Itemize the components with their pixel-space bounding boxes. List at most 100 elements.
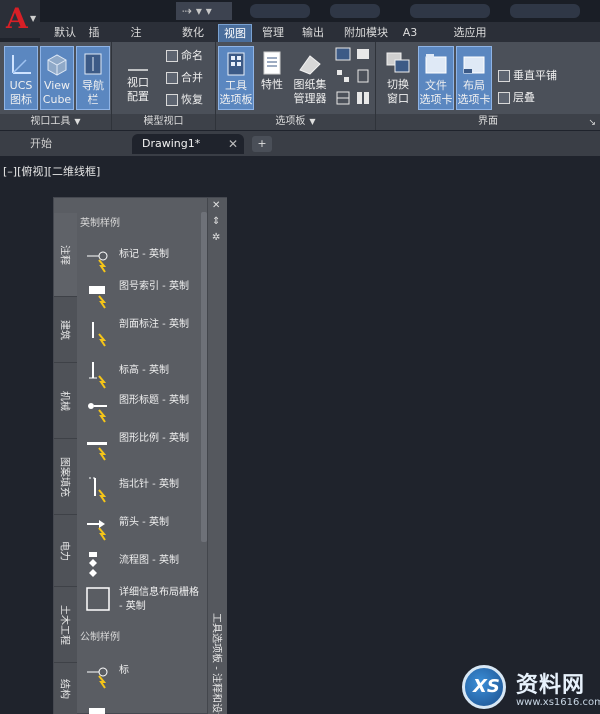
palette-item-label: 标高 - 英制 <box>119 365 169 376</box>
auto-hide-icon[interactable]: ⇕ <box>212 216 220 227</box>
switch-windows-button[interactable]: 切换 窗口 <box>380 46 416 110</box>
small-palette-button-1[interactable] <box>334 46 352 64</box>
palette-tab-annotation[interactable]: 注释 <box>54 213 77 297</box>
viewport-merge-button[interactable]: 合并 <box>166 70 203 86</box>
ucs-icon-button[interactable]: UCS 图标 <box>4 46 38 110</box>
file-tabs-label: 文件 选项卡 <box>419 79 453 106</box>
cascade-icon <box>498 92 510 104</box>
file-tabs-button[interactable]: 文件 选项卡 <box>418 46 454 110</box>
title-blur <box>510 4 580 18</box>
panel-expand-icon[interactable]: ↘ <box>588 118 596 128</box>
viewport-config-button[interactable]: 视口 配置 <box>118 50 158 110</box>
layout-tabs-button[interactable]: 布局 选项卡 <box>456 46 492 110</box>
palette-item-scale-bar[interactable]: 图形比例 - 英制 <box>85 432 203 464</box>
viewcube-icon <box>47 54 67 76</box>
palette-item-partial[interactable] <box>85 704 203 714</box>
watermark-title: 资料网 <box>516 673 586 698</box>
tab-view[interactable]: 视图 <box>218 24 252 42</box>
tile-vertical-button[interactable]: 垂直平铺 <box>498 68 557 84</box>
palette-title-strip[interactable]: ✕ ⇕ ✲ 工具选项板 - 注释和设计 <box>207 198 227 714</box>
palette-item-view-title[interactable]: 图形标题 - 英制 <box>85 394 203 426</box>
layout-grid-icon <box>86 587 110 611</box>
palette-item-elevation[interactable]: 标高 - 英制 <box>85 360 203 390</box>
switch-windows-label: 切换 窗口 <box>387 78 409 105</box>
close-icon[interactable]: ✕ <box>228 134 238 154</box>
small-palette-button-5[interactable] <box>354 68 372 86</box>
cascade-button[interactable]: 层叠 <box>498 90 535 106</box>
palette-item-label: 标记 - 英制 <box>119 249 169 260</box>
close-icon[interactable]: ✕ <box>212 200 220 211</box>
palette-item-callout[interactable]: 标记 - 英制 <box>85 244 203 274</box>
tab-insert[interactable]: 插 <box>86 24 102 42</box>
sheetset-icon <box>299 55 321 75</box>
viewport-restore-button[interactable]: 恢复 <box>166 92 203 108</box>
palette-item-arrow[interactable]: 箭头 - 英制 <box>85 512 203 542</box>
tool-palettes-button[interactable]: 工具 选项板 <box>218 46 254 110</box>
palette-tab-civil[interactable]: 土木工程 <box>54 587 77 663</box>
palette-item-north-arrow[interactable]: 指北针 - 英制 <box>85 474 203 504</box>
palette-item-metric-callout[interactable]: 标 <box>85 664 203 694</box>
palette-content: 英制样例 标记 - 英制 图号索引 - 英制 剖面标注 - 英制 标高 - 英制… <box>77 198 202 714</box>
doc-tab-drawing1[interactable]: Drawing1* ✕ <box>132 134 244 154</box>
palette-tab-label: 结构 <box>58 678 69 699</box>
small-palette-button-3[interactable] <box>334 90 352 108</box>
tab-a360[interactable]: A3 <box>400 24 420 42</box>
panel-title-interface: 界面 <box>376 114 600 130</box>
arrow-icon <box>87 520 107 541</box>
switch-windows-icon <box>386 52 410 73</box>
viewport-name-button[interactable]: 命名 <box>166 48 203 64</box>
small-palette-button-4[interactable] <box>354 46 372 64</box>
small-palette-button-6[interactable] <box>354 90 372 108</box>
tab-featured-apps[interactable]: 选应用 <box>445 24 495 42</box>
palette-item-detail-layout-grid[interactable]: 详细信息布局栅格 - 英制 <box>85 586 203 618</box>
palette-tab-mechanical[interactable]: 机械 <box>54 363 77 439</box>
palette-tab-structural[interactable]: 结构 <box>54 663 77 714</box>
tab-addins[interactable]: 附加模块 <box>340 24 392 42</box>
chevron-down-icon: ▼ <box>30 14 37 23</box>
flowchart-icon <box>89 552 97 577</box>
palette-item-label: 标 <box>119 665 129 676</box>
tab-default[interactable]: 默认 <box>48 24 82 42</box>
navbar-button[interactable]: 导航栏 <box>76 46 110 110</box>
ucs-label: UCS 图标 <box>9 79 33 106</box>
palette-item-section-label[interactable]: 剖面标注 - 英制 <box>85 318 203 350</box>
palette-tab-hatch[interactable]: 图案填充 <box>54 439 77 515</box>
tab-manage[interactable]: 管理 <box>258 24 288 42</box>
palette-tab-label: 电力 <box>58 540 69 561</box>
ucs-icon <box>12 55 31 74</box>
document-tabs: 开始 Drawing1* ✕ + <box>0 131 600 156</box>
small-palette-button-2[interactable] <box>334 68 352 86</box>
panel-title-text: 视口工具 <box>30 116 71 127</box>
new-tab-button[interactable]: + <box>252 136 272 152</box>
title-blur <box>410 4 490 18</box>
merge-icon <box>166 72 178 84</box>
palette-item-drawing-index[interactable]: 图号索引 - 英制 <box>85 280 203 312</box>
tool-palettes-icon <box>227 52 245 76</box>
tab-annotate[interactable]: 注 <box>128 24 144 42</box>
tab-output[interactable]: 输出 <box>298 24 328 42</box>
viewcube-button[interactable]: View Cube <box>40 46 74 110</box>
scale-bar-icon <box>87 442 107 461</box>
properties-button[interactable]: 特性 <box>256 46 288 110</box>
app-menu-button[interactable]: A ▼ <box>0 0 40 38</box>
palette-tab-architecture[interactable]: 建筑 <box>54 297 77 363</box>
callout-tag-icon <box>87 667 108 689</box>
layout-tabs-icon <box>463 56 485 74</box>
palette-item-flowchart[interactable]: 流程图 - 英制 <box>85 550 203 580</box>
panel-title-palettes[interactable]: 选项板 ▼ <box>216 114 375 130</box>
panel-title-viewport-tools[interactable]: 视口工具 ▼ <box>0 114 111 130</box>
panel-viewport-tools: UCS 图标 View Cube 导航栏 视口工具 ▼ <box>0 42 112 130</box>
palette-side-tabs: 注释 建筑 机械 图案填充 电力 土木工程 结构 <box>54 213 77 714</box>
palette-tab-electrical[interactable]: 电力 <box>54 515 77 587</box>
tab-parametric[interactable]: 数化 <box>178 24 208 42</box>
palette-item-label: 流程图 - 英制 <box>119 555 179 566</box>
viewport-label[interactable]: [–][俯视][二维线框] <box>3 163 100 179</box>
sheetset-manager-button[interactable]: 图纸集 管理器 <box>290 46 330 110</box>
quick-access-redo[interactable]: ⇢ ▾ ▾ <box>176 2 232 20</box>
calculator-icon <box>357 69 369 83</box>
gear-icon[interactable]: ✲ <box>212 232 220 243</box>
doc-tab-label: Drawing1* <box>142 137 201 150</box>
doc-tab-start[interactable]: 开始 <box>20 134 128 154</box>
watermark-logo-icon: XS <box>462 665 506 709</box>
view-title-icon <box>88 403 107 423</box>
